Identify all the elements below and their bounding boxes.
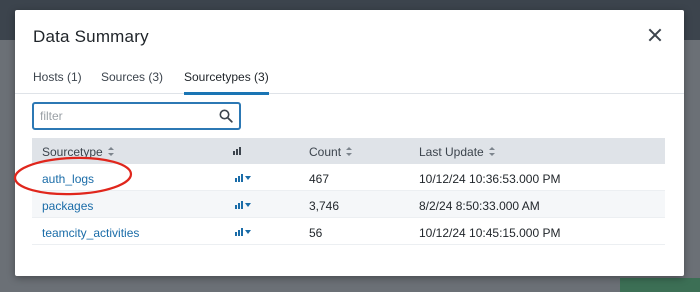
filter-input[interactable] (40, 108, 210, 124)
table-row: teamcity_activities 56 10/12/24 10:45:15… (32, 218, 665, 245)
column-header-label: Sourcetype (42, 145, 103, 159)
table-header: Sourcetype Count Last Update (32, 138, 665, 164)
tab-hosts[interactable]: Hosts (1) (33, 70, 82, 94)
sourcetype-link[interactable]: auth_logs (42, 172, 94, 186)
last-update-cell: 10/12/24 10:36:53.000 PM (419, 172, 561, 186)
background-bottom-strip (0, 274, 700, 292)
caret-down-icon (245, 203, 251, 207)
table-row: auth_logs 467 10/12/24 10:36:53.000 PM (32, 164, 665, 191)
column-header-sourcetype[interactable]: Sourcetype (42, 145, 115, 159)
count-cell: 467 (309, 172, 330, 186)
sourcetype-table: Sourcetype Count Last Update auth_logs 4… (32, 138, 665, 245)
bar-chart-icon (235, 228, 243, 236)
column-header-count[interactable]: Count (309, 145, 353, 159)
sourcetype-link[interactable]: teamcity_activities (42, 226, 139, 240)
column-header-last-update[interactable]: Last Update (419, 145, 496, 159)
chart-dropdown[interactable] (235, 228, 253, 238)
tab-sources[interactable]: Sources (3) (101, 70, 163, 94)
count-cell: 56 (309, 226, 323, 240)
sort-icon (346, 147, 353, 157)
count-cell: 3,746 (309, 199, 340, 213)
background-green-strip (620, 278, 700, 292)
bar-chart-icon (235, 174, 243, 182)
sort-icon (488, 147, 496, 157)
filter-box (32, 102, 241, 130)
chart-dropdown[interactable] (235, 201, 253, 211)
column-header-label: Last Update (419, 145, 484, 159)
data-summary-modal: Data Summary Hosts (1) Sources (3) Sourc… (15, 10, 684, 276)
last-update-cell: 8/2/24 8:50:33.000 AM (419, 199, 540, 213)
sort-icon (107, 147, 115, 157)
close-icon[interactable] (648, 28, 662, 42)
bar-chart-icon (235, 201, 243, 209)
chart-dropdown[interactable] (235, 174, 253, 184)
caret-down-icon (245, 176, 251, 180)
sourcetype-link[interactable]: packages (42, 199, 93, 213)
last-update-cell: 10/12/24 10:45:15.000 PM (419, 226, 561, 240)
tab-sourcetypes[interactable]: Sourcetypes (3) (184, 70, 269, 95)
search-icon[interactable] (219, 109, 233, 123)
column-header-label: Count (309, 145, 342, 159)
modal-title: Data Summary (33, 27, 149, 46)
bar-chart-icon[interactable] (233, 147, 241, 155)
caret-down-icon (245, 230, 251, 234)
tab-bar: Hosts (1) Sources (3) Sourcetypes (3) (15, 70, 684, 95)
table-row: packages 3,746 8/2/24 8:50:33.000 AM (32, 191, 665, 218)
